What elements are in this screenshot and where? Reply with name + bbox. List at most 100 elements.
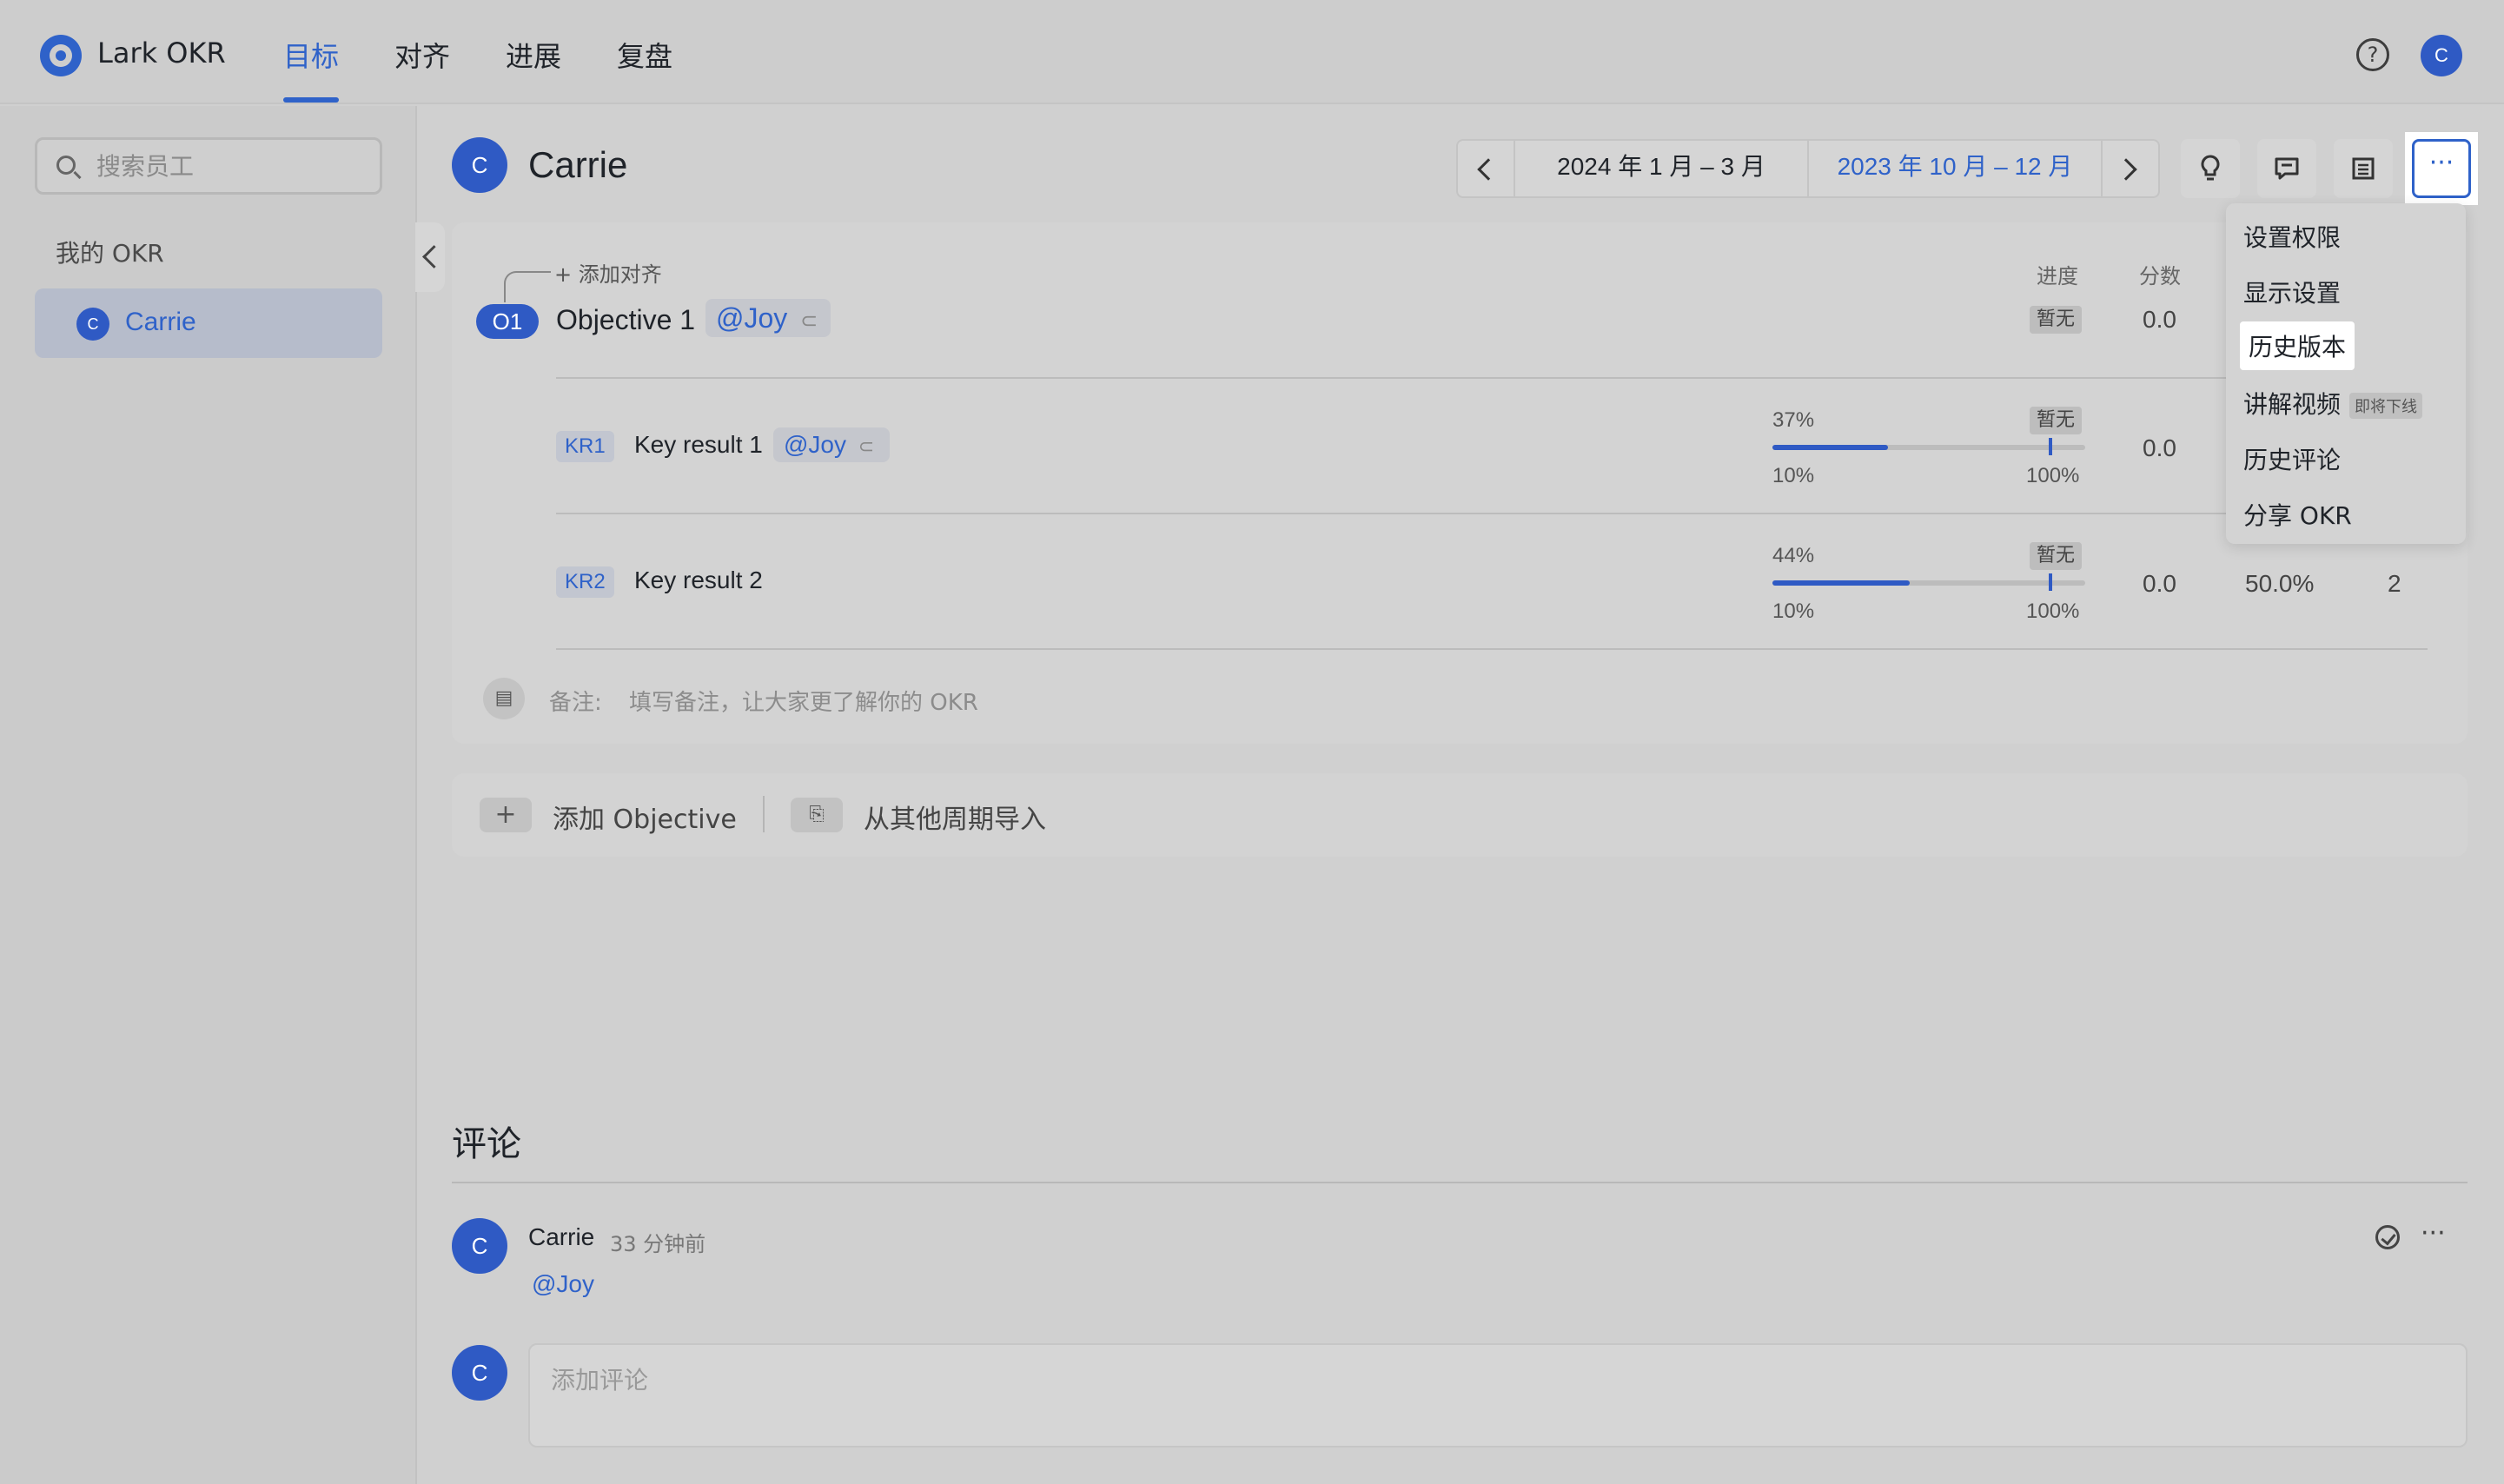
previous-period-button[interactable] [1456, 139, 1515, 198]
search-input[interactable] [96, 150, 357, 182]
kr1-score[interactable]: 0.0 [2143, 434, 2176, 462]
target-marker [2049, 438, 2052, 455]
comment-author-avatar: C [452, 1218, 507, 1274]
mention-text: @Joy [716, 302, 788, 334]
commenter-avatar: C [452, 1345, 507, 1401]
mention-text: @Joy [784, 431, 846, 458]
owner-avatar: C [452, 137, 507, 193]
kr2-progress-percent: 44% [1772, 544, 1815, 567]
kr1-target-value: 100% [2026, 464, 2080, 487]
kr2-title[interactable]: Key result 2 [634, 566, 763, 594]
resolve-check-icon[interactable] [2375, 1225, 2400, 1249]
page-title: Carrie [528, 144, 628, 185]
more-options-menu: 设置权限 显示设置 历史版本 讲解视频 即将下线 历史评论 分享 OKR [2226, 203, 2466, 544]
my-okr-section-label: 我的 OKR [56, 239, 164, 268]
add-objective-button[interactable]: 添加 Objective [553, 798, 737, 836]
divider [763, 796, 765, 832]
note-input[interactable]: 填写备注，让大家更了解你的 OKR [629, 685, 978, 717]
note-document-icon: ▤ [483, 678, 525, 719]
kr1-progress-bar[interactable] [1772, 438, 2085, 455]
top-navigation-bar: Lark OKR 目标 对齐 进展 复盘 ? C [0, 0, 2504, 104]
add-alignment-link[interactable]: + 添加对齐 [554, 257, 662, 288]
tips-button[interactable] [2181, 139, 2240, 198]
menu-item-label: 讲解视频 [2243, 390, 2342, 419]
tab-goals[interactable]: 目标 [283, 35, 339, 75]
kr1-title[interactable]: Key result 1 [634, 431, 763, 459]
menu-item-display-settings[interactable]: 显示设置 [2243, 275, 2341, 309]
divider [452, 1182, 2468, 1183]
kr2-weight: 50.0% [2245, 570, 2315, 597]
tab-review[interactable]: 复盘 [617, 35, 672, 75]
comment-input-box[interactable] [528, 1343, 2468, 1448]
message-icon [2275, 157, 2299, 180]
menu-item-share-okr[interactable]: 分享 OKR [2243, 497, 2352, 532]
kr2-badge: KR2 [556, 566, 614, 598]
user-avatar[interactable]: C [2421, 35, 2462, 76]
note-label: 备注: [549, 690, 602, 716]
kr1-badge: KR1 [556, 431, 614, 462]
import-icon[interactable]: ⎘ [791, 798, 843, 832]
sidebar-item-label: Carrie [125, 308, 196, 336]
divider [556, 513, 2426, 514]
comment-more-icon[interactable]: ··· [2421, 1218, 2446, 1249]
lark-okr-logo-icon [40, 35, 82, 76]
objective-mention[interactable]: @Joy ⊂ [705, 299, 831, 337]
link-icon: ⊂ [858, 435, 875, 457]
objective-score[interactable]: 0.0 [2143, 306, 2176, 334]
comments-button[interactable] [2257, 139, 2316, 198]
add-objective-bar [452, 773, 2468, 857]
plus-icon[interactable]: + [480, 798, 532, 832]
divider [556, 377, 2426, 379]
collapse-sidebar-chevron-left-icon[interactable] [415, 222, 445, 292]
kr1-mention[interactable]: @Joy ⊂ [773, 427, 890, 462]
import-from-other-period-button[interactable]: 从其他周期导入 [864, 798, 1046, 836]
compare-period[interactable]: 2023 年 10 月 – 12 月 [1807, 139, 2103, 198]
current-period[interactable]: 2024 年 1 月 – 3 月 [1514, 139, 1809, 198]
kr2-progress-fill [1772, 580, 1911, 586]
more-button-highlight: ··· [2405, 132, 2478, 205]
comment-timestamp: 33 分钟前 [610, 1232, 706, 1256]
kr2-start-value: 10% [1772, 600, 1815, 623]
brand-name: Lark OKR [97, 36, 226, 70]
score-column-header: 分数 [2139, 264, 2181, 288]
sidebar-item-carrie[interactable]: C Carrie [35, 288, 382, 358]
kr2-extra-value: 2 [2388, 570, 2401, 597]
next-period-button[interactable] [2101, 139, 2160, 198]
chevron-left-icon [1477, 158, 1500, 181]
objective-progress-chip: 暂无 [2030, 306, 2083, 334]
comment-input[interactable] [551, 1362, 1072, 1397]
avatar: C [76, 308, 109, 341]
menu-item-comment-history[interactable]: 历史评论 [2243, 441, 2341, 476]
kr2-target-value: 100% [2026, 600, 2080, 623]
list-icon [2352, 157, 2375, 180]
kr2-score[interactable]: 0.0 [2143, 570, 2176, 598]
deprecation-badge: 即将下线 [2349, 393, 2423, 419]
comment-author-name: Carrie [528, 1223, 595, 1250]
alignment-connector [504, 271, 551, 302]
tab-progress[interactable]: 进展 [506, 35, 561, 75]
kr1-status-chip: 暂无 [2030, 407, 2083, 434]
active-tab-indicator [283, 97, 339, 103]
kr1-start-value: 10% [1772, 464, 1815, 487]
kr2-progress-bar[interactable] [1772, 573, 2085, 591]
tab-alignment[interactable]: 对齐 [394, 35, 450, 75]
objective-badge: O1 [476, 304, 539, 339]
divider [556, 648, 2428, 650]
lightbulb-icon [2201, 155, 2220, 181]
comments-title: 评论 [452, 1124, 521, 1164]
menu-item-tutorial-video[interactable]: 讲解视频 即将下线 [2243, 386, 2423, 421]
kr2-status-chip: 暂无 [2030, 542, 2083, 570]
menu-item-permissions[interactable]: 设置权限 [2243, 219, 2341, 254]
progress-column-header: 进度 [2037, 264, 2078, 288]
table-view-button[interactable] [2334, 139, 2393, 198]
search-icon [56, 156, 76, 175]
menu-item-version-history[interactable]: 历史版本 [2240, 321, 2355, 370]
help-icon[interactable]: ? [2356, 38, 2389, 71]
chevron-right-icon [2115, 158, 2137, 181]
comment-body-mention[interactable]: @Joy [532, 1270, 594, 1298]
kr1-progress-percent: 37% [1772, 408, 1815, 432]
objective-title[interactable]: Objective 1 [556, 304, 695, 336]
employee-search[interactable] [35, 137, 382, 195]
more-options-button[interactable]: ··· [2412, 139, 2471, 198]
target-marker [2049, 573, 2052, 591]
